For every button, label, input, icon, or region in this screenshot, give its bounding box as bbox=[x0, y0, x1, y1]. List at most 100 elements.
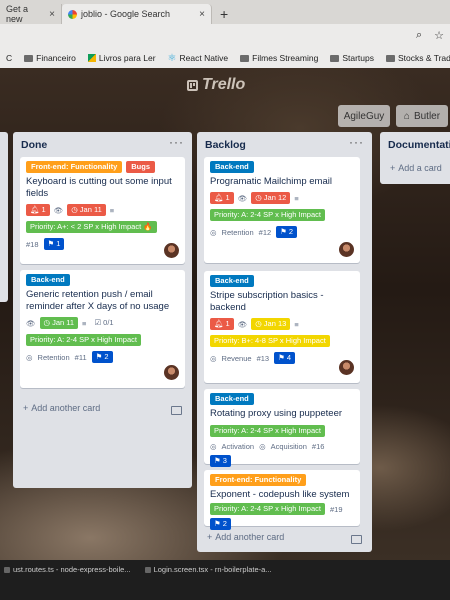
bookmark-folder[interactable]: Filmes Streaming bbox=[234, 53, 324, 63]
priority-badge: Priority: B+: 4-8 SP x High Impact bbox=[210, 335, 330, 347]
add-card-button[interactable]: + Add another card bbox=[23, 403, 100, 413]
card-number: #16 bbox=[311, 442, 325, 451]
member-avatar[interactable] bbox=[164, 365, 179, 380]
due-date: Jan 11 bbox=[79, 205, 102, 214]
flag-icon: ⚑ bbox=[214, 519, 221, 528]
votes-count: 1 bbox=[41, 205, 46, 214]
bell-icon: 🔔︎ bbox=[30, 205, 40, 214]
task-badge: ⚑ 2 bbox=[91, 351, 113, 363]
trello-logo[interactable]: Trello bbox=[187, 76, 245, 94]
card-title: Rotating proxy using puppeteer bbox=[210, 408, 343, 419]
add-card-button[interactable]: + Add another card bbox=[207, 532, 284, 542]
task-count: 2 bbox=[222, 519, 227, 528]
bookmark-folder[interactable]: Financeiro bbox=[18, 53, 82, 63]
tab-title: Get a new bbox=[6, 4, 29, 24]
member-avatar[interactable] bbox=[164, 243, 179, 258]
card-title: Programatic Mailchimp email bbox=[210, 176, 332, 187]
bookmark-label: Financeiro bbox=[36, 53, 76, 63]
eye-icon: 👁︎ bbox=[237, 193, 248, 203]
bookmark-label: Livros para Ler bbox=[98, 53, 156, 63]
target-icon: ◎ bbox=[210, 442, 217, 451]
bookmark-folder[interactable]: Startups bbox=[324, 53, 380, 63]
card-label: Front-end: Functionality bbox=[210, 474, 307, 486]
new-tab-button[interactable]: + bbox=[212, 4, 236, 24]
team-button[interactable]: AgileGuy bbox=[338, 105, 390, 127]
category-label: Activation bbox=[221, 442, 255, 451]
card-number: #13 bbox=[256, 353, 270, 363]
card[interactable]: Back-end Generic retention push / email … bbox=[20, 270, 185, 388]
card-number: #19 bbox=[330, 504, 343, 514]
browser-tab-active[interactable]: joblio - Google Search × bbox=[62, 4, 212, 24]
votes-count: 1 bbox=[225, 319, 230, 328]
flag-icon: ⚑ bbox=[280, 227, 287, 236]
card[interactable]: Front-end: Functionality Bugs Keyboard i… bbox=[20, 157, 185, 264]
list-documentation: Documentation + Add a card bbox=[380, 132, 450, 184]
list-menu-icon[interactable]: ··· bbox=[349, 135, 364, 149]
bookmark-label: Filmes Streaming bbox=[252, 53, 319, 63]
zoom-icon[interactable]: ⌕ bbox=[416, 29, 422, 42]
card[interactable]: Front-end: Functionality Exponent - code… bbox=[204, 470, 360, 530]
due-date-badge: ◷ Jan 11 bbox=[39, 317, 79, 329]
card[interactable]: Back-end Stripe subscription basics - ba… bbox=[204, 271, 360, 383]
category-label: Acquisition bbox=[270, 442, 307, 451]
window-icon bbox=[4, 566, 10, 573]
bookmark-folder[interactable]: Stocks & Trading... bbox=[380, 53, 450, 63]
address-bar[interactable]: ⌕ ☆ bbox=[0, 24, 450, 49]
bookmark[interactable]: Livros para Ler bbox=[82, 53, 162, 63]
bookmark[interactable]: C bbox=[0, 53, 18, 63]
list-title[interactable]: Backlog bbox=[205, 139, 246, 151]
card-label: Back-end bbox=[210, 161, 254, 173]
eye-icon: 👁︎ bbox=[53, 205, 64, 215]
trello-icon bbox=[187, 79, 198, 91]
target-icon: ◎ bbox=[259, 442, 266, 451]
clock-icon: ◷ bbox=[71, 205, 78, 214]
list-backlog: Backlog ··· Back-end Programatic Mailchi… bbox=[197, 132, 372, 552]
card-template-icon[interactable] bbox=[351, 535, 362, 544]
star-icon[interactable]: ☆ bbox=[434, 29, 444, 42]
description-icon: ≡ bbox=[82, 318, 87, 328]
description-icon: ≡ bbox=[294, 319, 299, 329]
list-partial bbox=[0, 132, 8, 302]
priority-badge: Priority: A: 2-4 SP x High Impact bbox=[210, 503, 325, 515]
card[interactable]: Back-end Programatic Mailchimp email 🔔︎ 1… bbox=[204, 157, 360, 263]
team-button-label: AgileGuy bbox=[343, 110, 385, 122]
card-label: Back-end bbox=[26, 274, 70, 286]
card-template-icon[interactable] bbox=[171, 406, 182, 415]
task-count: 3 bbox=[222, 456, 227, 465]
due-date: Jan 12 bbox=[263, 193, 287, 202]
list-title[interactable]: Documentation bbox=[388, 139, 450, 151]
folder-icon bbox=[330, 54, 340, 62]
add-card-label: Add another card bbox=[215, 532, 285, 542]
list-done: Done ··· Front-end: Functionality Bugs K… bbox=[13, 132, 192, 488]
bookmark[interactable]: ⚛ React Native bbox=[162, 53, 235, 64]
flag-icon: ⚑ bbox=[47, 239, 55, 248]
taskbar-item-label: ust.routes.ts - node-express-boile... bbox=[13, 565, 131, 574]
close-tab-icon[interactable]: × bbox=[199, 9, 205, 20]
flag-icon: ⚑ bbox=[95, 352, 103, 361]
member-avatar[interactable] bbox=[339, 242, 354, 257]
due-date-badge: ◷ Jan 12 bbox=[251, 192, 291, 204]
add-card-button[interactable]: + Add a card bbox=[390, 163, 442, 173]
plus-icon: + bbox=[23, 403, 29, 413]
card-title: Keyboard is cutting out some input field… bbox=[26, 176, 172, 199]
member-avatar[interactable] bbox=[339, 360, 354, 375]
clock-icon: ◷ bbox=[43, 318, 51, 327]
logo-text: Trello bbox=[202, 76, 246, 93]
card[interactable]: Back-end Rotating proxy using puppeteer … bbox=[204, 389, 360, 467]
eye-icon: 👁︎ bbox=[237, 319, 248, 329]
plus-icon: + bbox=[390, 163, 396, 173]
taskbar-item-label: Login.screen.tsx - rn-boilerplate-a... bbox=[153, 565, 272, 574]
close-tab-icon[interactable]: × bbox=[49, 9, 55, 20]
task-count: 4 bbox=[286, 353, 291, 362]
eye-icon: 👁︎ bbox=[26, 318, 36, 328]
browser-tab[interactable]: Get a new × bbox=[0, 4, 62, 24]
butler-button[interactable]: ⌂ Butler bbox=[396, 105, 448, 127]
list-menu-icon[interactable]: ··· bbox=[169, 135, 184, 149]
card-title: Generic retention push / email reminder … bbox=[26, 289, 170, 312]
checklist-badge: ☑ 0/1 bbox=[90, 317, 117, 329]
checklist-icon: ☑ bbox=[94, 318, 102, 327]
list-title[interactable]: Done bbox=[21, 139, 47, 151]
taskbar-item[interactable]: Login.screen.tsx - rn-boilerplate-a... bbox=[144, 565, 272, 574]
clock-icon: ◷ bbox=[255, 319, 262, 328]
taskbar-item[interactable]: ust.routes.ts - node-express-boile... bbox=[4, 565, 131, 574]
